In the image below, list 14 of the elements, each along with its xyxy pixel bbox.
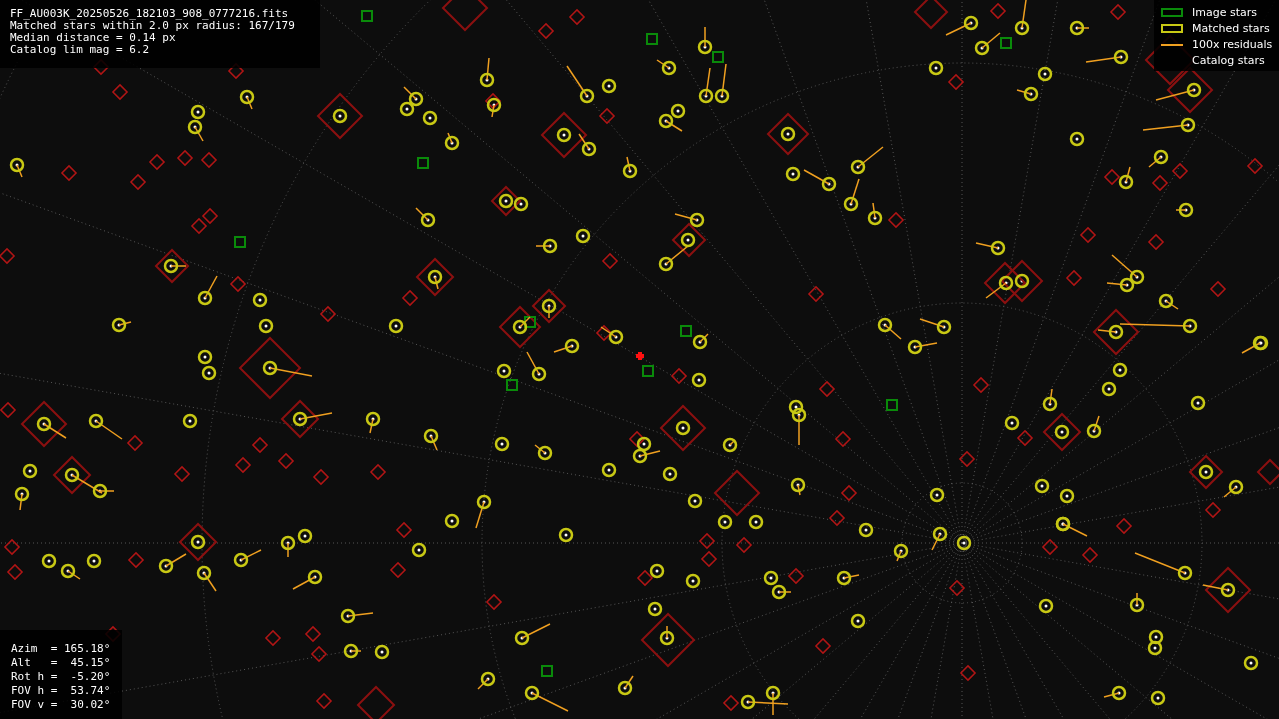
legend-label: Image stars xyxy=(1192,6,1257,19)
pointing-text: Rot h = -5.20° xyxy=(11,670,112,684)
legend-label: Matched stars xyxy=(1192,22,1270,35)
info-text: FF_AU003K_20250526_182103_908_0777216.fits xyxy=(10,8,290,20)
pointing-text: Azim = 165.18° xyxy=(11,642,112,656)
info-text: Catalog lim mag = 6.2 xyxy=(10,44,151,56)
legend-label: Catalog stars xyxy=(1192,54,1265,67)
pointing-text: FOV v = 30.02° xyxy=(11,698,112,712)
info-text: Matched stars within 2.0 px radius: 167/179 xyxy=(10,20,296,32)
line-icon xyxy=(1161,43,1183,46)
pointing-text: Alt = 45.15° xyxy=(11,656,112,670)
legend-label: 100x residuals xyxy=(1192,38,1273,51)
info-text: Median distance = 0.14 px xyxy=(10,32,177,44)
pointing-text: FOV h = 53.74° xyxy=(11,684,112,698)
